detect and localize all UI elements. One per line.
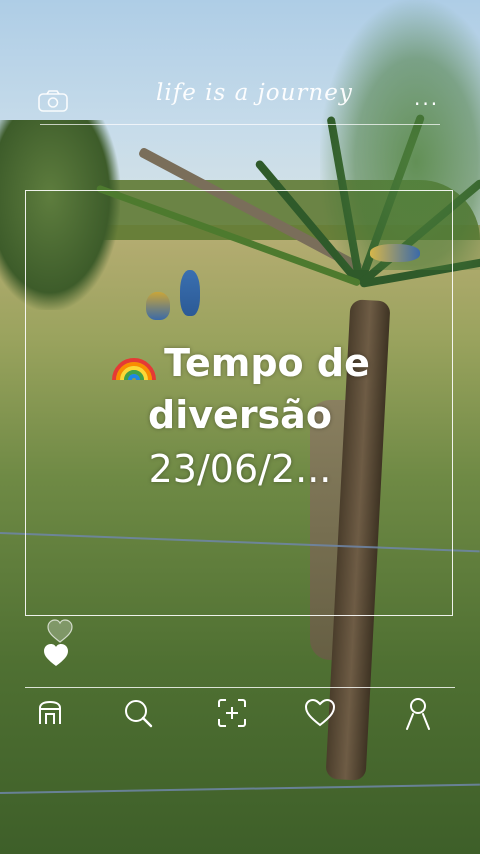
heart-outline-icon [47, 619, 73, 643]
rainbow-icon [112, 358, 157, 381]
nav-divider [25, 687, 455, 688]
add-post-icon [218, 699, 246, 727]
post-title: Tempo de diversão 23/06/2... [40, 336, 440, 497]
nav-add[interactable] [212, 693, 252, 733]
nav-home[interactable] [30, 693, 70, 733]
bottom-nav [0, 693, 480, 741]
camera-icon[interactable] [38, 90, 68, 112]
title-text-1: Tempo de [164, 341, 370, 385]
title-line-1: Tempo de [40, 336, 440, 389]
nav-profile[interactable] [398, 693, 438, 733]
post-date: 23/06/2... [148, 447, 332, 491]
home-icon [39, 700, 61, 724]
header-divider [40, 124, 440, 125]
header-tagline: life is a journey [156, 80, 353, 106]
title-line-2: diversão [148, 393, 332, 437]
search-icon [125, 700, 153, 728]
heart-icon [304, 698, 336, 727]
profile-icon [406, 698, 430, 730]
nav-search[interactable] [118, 693, 158, 733]
menu-dots-icon[interactable]: ... [414, 86, 439, 110]
reaction-hearts[interactable] [40, 612, 80, 672]
heart-filled-icon [44, 644, 68, 666]
nav-likes[interactable] [300, 693, 340, 733]
